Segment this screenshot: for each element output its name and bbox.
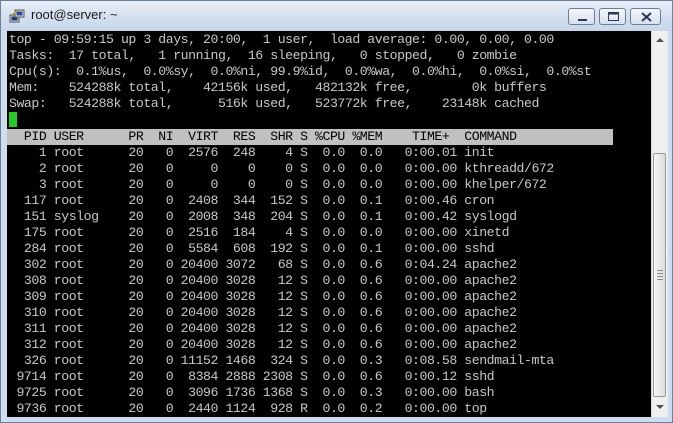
scroll-up-arrow-icon[interactable]: [654, 34, 666, 46]
tasks-line: Tasks: 17 total, 1 running, 16 sleeping,…: [9, 48, 517, 63]
putty-window: root@server: ~ top - 09:59:15 up 3 days,…: [0, 0, 673, 423]
process-row: 308 root 20 0 20400 3028 12 S 0.0 0.6 0:…: [9, 273, 517, 288]
scrollbar-thumb[interactable]: [653, 153, 666, 397]
process-row: 309 root 20 0 20400 3028 12 S 0.0 0.6 0:…: [9, 289, 517, 304]
process-row: 302 root 20 0 20400 3072 68 S 0.0 0.6 0:…: [9, 257, 517, 272]
process-row: 3 root 20 0 0 0 0 S 0.0 0.0 0:00.00 khel…: [9, 177, 547, 192]
process-row: 284 root 20 0 5584 608 192 S 0.0 0.1 0:0…: [9, 241, 495, 256]
title-bar[interactable]: root@server: ~: [1, 1, 672, 31]
memory-line: Mem: 524288k total, 42156k used, 482132k…: [9, 80, 547, 95]
scroll-down-arrow-icon[interactable]: [654, 401, 666, 413]
close-button[interactable]: [630, 8, 661, 25]
close-icon: [641, 12, 652, 22]
vertical-scrollbar[interactable]: [651, 31, 668, 417]
uptime-line: top - 09:59:15 up 3 days, 20:00, 1 user,…: [9, 32, 554, 47]
minimize-button[interactable]: [568, 8, 595, 25]
swap-line: Swap: 524288k total, 516k used, 523772k …: [9, 96, 539, 111]
process-row: 312 root 20 0 20400 3028 12 S 0.0 0.6 0:…: [9, 337, 517, 352]
process-row: 310 root 20 0 20400 3028 12 S 0.0 0.6 0:…: [9, 305, 517, 320]
process-row: 311 root 20 0 20400 3028 12 S 0.0 0.6 0:…: [9, 321, 517, 336]
maximize-icon: [608, 12, 619, 21]
text-cursor: [9, 112, 17, 127]
putty-icon[interactable]: [9, 8, 25, 24]
process-row: 117 root 20 0 2408 344 152 S 0.0 0.1 0:0…: [9, 193, 495, 208]
process-row: 326 root 20 0 11152 1468 324 S 0.0 0.3 0…: [9, 353, 554, 368]
window-title: root@server: ~: [31, 7, 118, 22]
process-row: 9736 root 20 0 2440 1124 928 R 0.0 0.2 0…: [9, 401, 487, 416]
process-table-header: PID USER PR NI VIRT RES SHR S %CPU %MEM …: [7, 129, 613, 145]
maximize-button[interactable]: [599, 8, 626, 25]
process-row: 151 syslog 20 0 2008 348 204 S 0.0 0.1 0…: [9, 209, 517, 224]
terminal-screen[interactable]: top - 09:59:15 up 3 days, 20:00, 1 user,…: [7, 31, 651, 417]
cpu-line: Cpu(s): 0.1%us, 0.0%sy, 0.0%ni, 99.9%id,…: [9, 64, 592, 79]
minimize-icon: [578, 19, 587, 21]
process-row: 9725 root 20 0 3096 1736 1368 S 0.0 0.3 …: [9, 385, 495, 400]
process-row: 1 root 20 0 2576 248 4 S 0.0 0.0 0:00.01…: [9, 145, 495, 160]
process-row: 2 root 20 0 0 0 0 S 0.0 0.0 0:00.00 kthr…: [9, 161, 554, 176]
process-row: 175 root 20 0 2516 184 4 S 0.0 0.0 0:00.…: [9, 225, 510, 240]
process-header-text: PID USER PR NI VIRT RES SHR S %CPU %MEM …: [9, 129, 517, 144]
process-row: 9714 root 20 0 8384 2888 2308 S 0.0 0.6 …: [9, 369, 495, 384]
